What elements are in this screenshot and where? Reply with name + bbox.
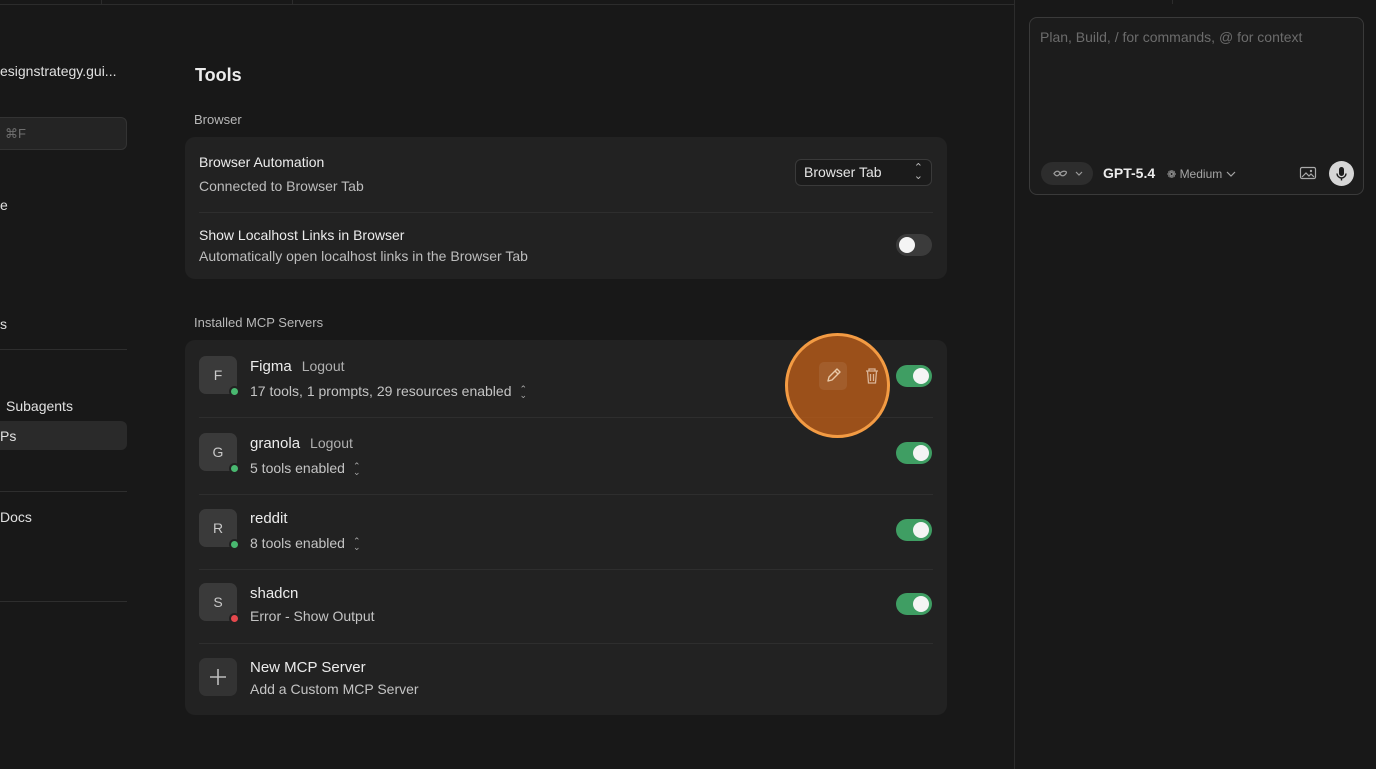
model-selector[interactable]: GPT-5.4 [1103, 165, 1155, 181]
browser-automation-row: Browser Automation Connected to Browser … [199, 137, 933, 212]
toggle-knob [913, 596, 929, 612]
infinity-icon [1053, 170, 1068, 177]
status-dot-ok [229, 463, 240, 474]
status-dot-error [229, 613, 240, 624]
server-summary[interactable]: 8 tools enabled ⌃ ⌄ [250, 535, 361, 553]
page-title: Tools [195, 65, 242, 85]
chevron-down-icon [1075, 171, 1083, 176]
mcp-server-row-shadcn[interactable]: S shadcn Error - Show Output [199, 570, 933, 643]
sidebar-item[interactable]: s [0, 316, 7, 332]
server-name: shadcn [250, 585, 299, 602]
up-down-chevron-icon: ⌃ ⌄ [352, 461, 361, 478]
server-enable-toggle[interactable] [896, 593, 932, 615]
browser-settings-card: Browser Automation Connected to Browser … [185, 137, 947, 279]
toggle-knob [913, 445, 929, 461]
effort-selector[interactable]: ❁ Medium [1167, 167, 1236, 181]
localhost-links-row: Show Localhost Links in Browser Automati… [199, 213, 933, 279]
chevron-down-icon [1226, 171, 1236, 177]
plus-icon[interactable] [199, 658, 237, 696]
toggle-knob [913, 522, 929, 538]
browser-target-value: Browser Tab [804, 164, 882, 180]
new-mcp-server-title: New MCP Server [250, 659, 366, 676]
up-down-chevron-icon: ⌃ ⌄ [352, 536, 361, 553]
new-mcp-server-row[interactable]: New MCP Server Add a Custom MCP Server [199, 644, 933, 715]
tab-separator [292, 0, 293, 5]
tab-separator [1172, 0, 1173, 4]
search-shortcut: ⌘F [5, 126, 26, 141]
toggle-knob [913, 368, 929, 384]
settings-sidebar: esignstrategy.gui... ⌘F e s Subagents Ps… [0, 0, 140, 769]
server-avatar: F [199, 356, 240, 397]
up-down-chevron-icon: ⌃ ⌄ [519, 384, 528, 401]
new-mcp-server-subtitle: Add a Custom MCP Server [250, 681, 419, 697]
sidebar-divider [0, 349, 127, 350]
sidebar-item-subagents[interactable]: Subagents [6, 398, 73, 414]
trash-icon[interactable] [858, 362, 886, 390]
server-enable-toggle[interactable] [896, 519, 932, 541]
microphone-icon[interactable] [1329, 161, 1354, 186]
browser-automation-title: Browser Automation [199, 154, 325, 170]
image-icon[interactable] [1298, 164, 1318, 182]
browser-target-select[interactable]: Browser Tab ⌃ ⌄ [795, 159, 932, 186]
server-summary[interactable]: 17 tools, 1 prompts, 29 resources enable… [250, 383, 528, 401]
server-avatar: S [199, 583, 240, 624]
composer-input[interactable]: Plan, Build, / for commands, @ for conte… [1040, 29, 1302, 45]
status-dot-ok [229, 386, 240, 397]
server-name: Figma [250, 358, 292, 375]
sidebar-item-mcps[interactable]: Ps [0, 428, 16, 444]
server-avatar: G [199, 433, 240, 474]
logout-link[interactable]: Logout [310, 435, 353, 451]
sidebar-search-input[interactable]: ⌘F [0, 117, 127, 150]
localhost-links-title: Show Localhost Links in Browser [199, 227, 405, 243]
server-enable-toggle[interactable] [896, 442, 932, 464]
browser-section-label: Browser [194, 112, 242, 127]
server-name: granola [250, 435, 301, 452]
server-avatar: R [199, 509, 240, 550]
show-output-link[interactable]: Error - Show Output [250, 608, 375, 624]
sidebar-item-active-bg [0, 421, 127, 450]
sidebar-item-docs[interactable]: Docs [0, 509, 32, 525]
toggle-knob [899, 237, 915, 253]
browser-automation-subtitle: Connected to Browser Tab [199, 178, 364, 194]
mcp-server-row-reddit[interactable]: R reddit 8 tools enabled ⌃ ⌄ [199, 495, 933, 569]
sidebar-divider [0, 601, 127, 602]
chat-panel: Plan, Build, / for commands, @ for conte… [1014, 0, 1376, 769]
mcp-section-label: Installed MCP Servers [194, 315, 324, 330]
brain-icon: ❁ [1167, 169, 1177, 181]
pencil-icon[interactable] [819, 362, 847, 390]
tab-strip [0, 0, 1014, 5]
server-name: reddit [250, 510, 288, 527]
sidebar-divider [0, 491, 127, 492]
server-summary[interactable]: 5 tools enabled ⌃ ⌄ [250, 460, 361, 478]
mode-selector[interactable] [1041, 162, 1093, 185]
localhost-links-toggle[interactable] [896, 234, 932, 256]
chat-composer[interactable]: Plan, Build, / for commands, @ for conte… [1029, 17, 1364, 195]
status-dot-ok [229, 539, 240, 550]
localhost-links-subtitle: Automatically open localhost links in th… [199, 248, 528, 264]
up-down-chevron-icon: ⌃ ⌄ [913, 162, 923, 182]
sidebar-item[interactable]: e [0, 197, 8, 213]
server-enable-toggle[interactable] [896, 365, 932, 387]
workspace-name[interactable]: esignstrategy.gui... [0, 63, 116, 79]
logout-link[interactable]: Logout [302, 358, 345, 374]
